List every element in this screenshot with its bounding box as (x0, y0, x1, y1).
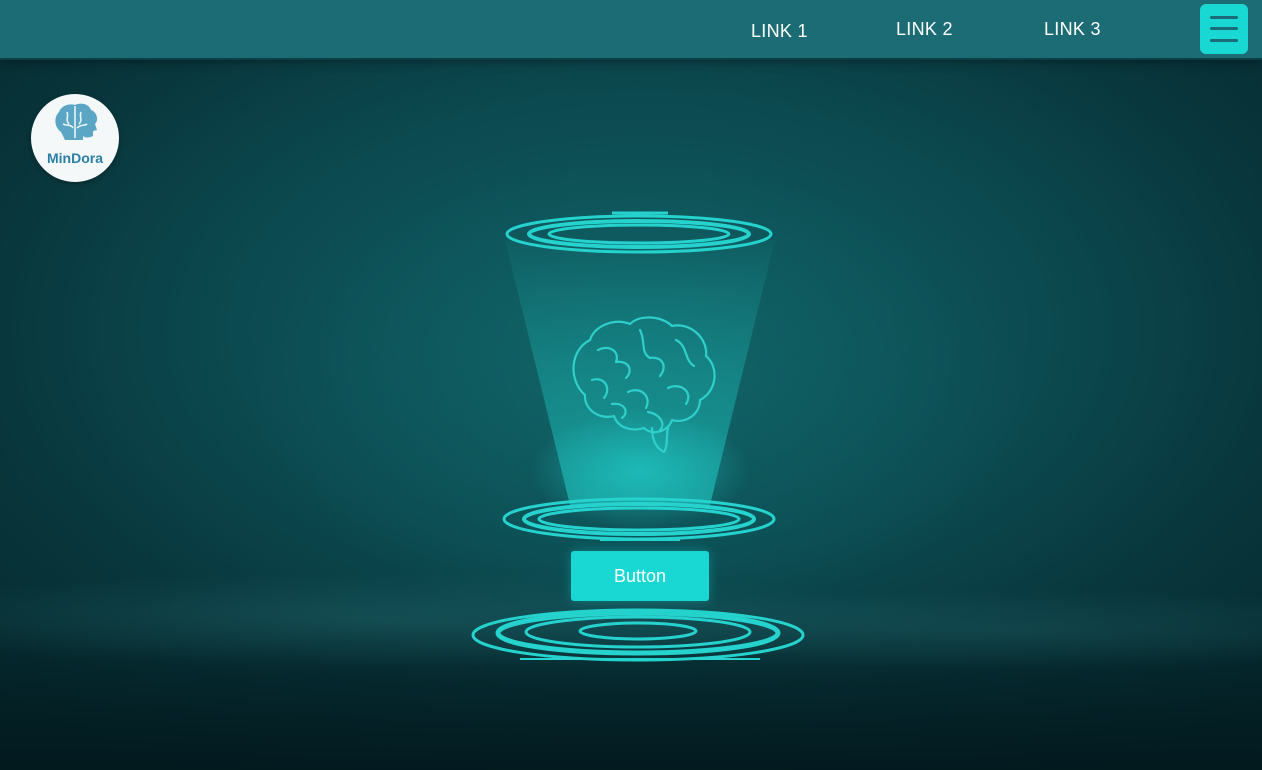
nav-link-2[interactable]: LINK 2 (896, 19, 953, 40)
logo[interactable]: MinDora (31, 94, 119, 182)
hamburger-menu-icon[interactable] (1200, 4, 1248, 54)
nav-link-1[interactable]: LINK 1 (751, 21, 808, 42)
bottom-ring-icon (471, 608, 805, 662)
top-ring-icon (505, 211, 773, 254)
brain-head-icon (55, 103, 98, 140)
navbar: LINK 1 LINK 2 LINK 3 (0, 0, 1262, 60)
cta-button[interactable]: Button (571, 551, 709, 601)
menu-bar-bottom (1210, 39, 1238, 42)
nav-link-3[interactable]: LINK 3 (1044, 19, 1101, 40)
logo-text: MinDora (47, 150, 103, 166)
hologram-illustration (471, 211, 805, 662)
menu-bar-middle (1210, 27, 1238, 30)
menu-bar-top (1210, 16, 1238, 19)
